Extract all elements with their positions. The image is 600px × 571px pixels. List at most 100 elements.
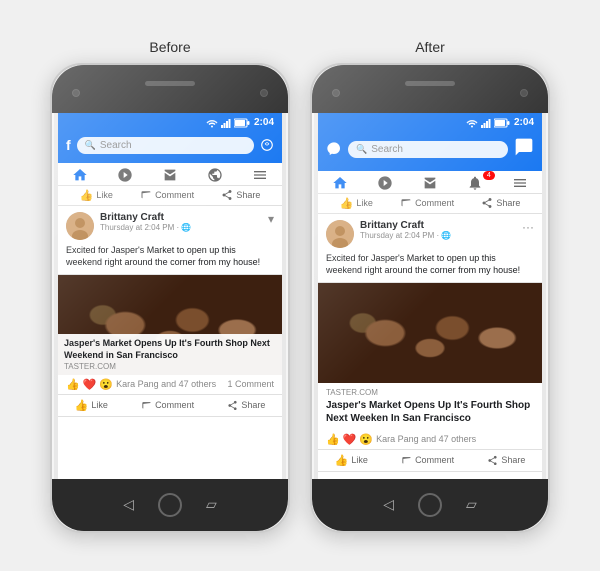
nav-marketplace-after[interactable]	[416, 175, 444, 191]
home-btn-after[interactable]	[418, 493, 442, 517]
home-icon-after	[332, 175, 348, 191]
share-label2-before: Share	[241, 400, 265, 410]
share-action-after[interactable]: Share	[487, 454, 525, 467]
after-label: After	[415, 39, 445, 55]
after-section: After	[310, 39, 550, 533]
link-title-after: Jasper's Market Opens Up It's Fourth Sho…	[326, 399, 534, 425]
home-btn-before[interactable]	[158, 493, 182, 517]
fb-logo: f	[66, 137, 71, 153]
link-text-after: TASTER.COM Jasper's Market Opens Up It's…	[318, 383, 542, 430]
notification-badge-after: 4	[483, 171, 495, 180]
nav-menu-before[interactable]	[246, 167, 274, 183]
top-bezel-before	[52, 65, 288, 113]
link-image-before: Jasper's Market Opens Up It's Fourth Sho…	[58, 275, 282, 375]
user-info-before: Brittany Craft Thursday at 2:04 PM · 🌐	[100, 212, 262, 232]
header-row-after: 🔍 Search	[326, 137, 534, 162]
overlay-source-before: TASTER.COM	[64, 362, 276, 371]
search-icon-after: 🔍	[356, 144, 367, 155]
comment-icon-after	[400, 197, 412, 209]
watch-icon	[117, 167, 133, 183]
recents-btn-before[interactable]: ▱	[206, 496, 217, 513]
messenger-btn-after[interactable]	[514, 137, 534, 162]
share-btn-before[interactable]: Share	[221, 189, 260, 201]
camera-dot-right-after	[520, 89, 528, 97]
avatar-image-before	[66, 212, 94, 240]
marketplace-icon-after	[422, 175, 438, 191]
fb-header-after: 🔍 Search	[318, 133, 542, 171]
share-label-after: Share	[496, 198, 520, 208]
menu-icon-after	[512, 175, 528, 191]
like-btn-after[interactable]: 👍 Like	[340, 197, 373, 210]
comment-label-before: Comment	[155, 190, 194, 200]
status-icons	[206, 118, 250, 128]
back-btn-before[interactable]: ◁	[123, 496, 134, 513]
nav-tabs-after: 4	[318, 171, 542, 194]
bottom-actions-before: 👍 Like Comment Share	[58, 395, 282, 417]
heart-emoji-after: ❤️	[343, 433, 357, 446]
marketplace-icon	[162, 167, 178, 183]
post-text-before: Excited for Jasper's Market to open up t…	[58, 244, 282, 274]
action-row-after: 👍 Like Comment Share	[318, 194, 542, 214]
comment-icon-before	[140, 189, 152, 201]
share-action-icon-before	[227, 400, 238, 411]
link-preview-after: TASTER.COM Jasper's Market Opens Up It's…	[318, 282, 542, 430]
nav-watch-before[interactable]	[111, 167, 139, 183]
camera-dot-right	[260, 89, 268, 97]
share-action-before[interactable]: Share	[227, 399, 265, 412]
back-btn-after[interactable]: ◁	[383, 496, 394, 513]
before-label: Before	[149, 39, 190, 55]
like-label2-after: Like	[351, 455, 368, 465]
like-btn-before[interactable]: 👍 Like	[80, 189, 113, 202]
status-time-after: 2:04	[514, 117, 534, 128]
post-menu-before[interactable]: ▾	[268, 212, 274, 226]
nav-watch-after[interactable]	[371, 175, 399, 191]
action-row-before: 👍 Like Comment Share	[58, 186, 282, 206]
comment-action-icon-after	[401, 455, 412, 466]
reactions-count-after: Kara Pang and 47 others	[376, 434, 476, 444]
post-before: Brittany Craft Thursday at 2:04 PM · 🌐 ▾…	[58, 206, 282, 479]
link-preview-before: Jasper's Market Opens Up It's Fourth Sho…	[58, 274, 282, 375]
screen-before: 2:04 f 🔍 Search	[58, 113, 282, 479]
wifi-icon-after	[466, 118, 478, 128]
comment-action-after[interactable]: Comment	[401, 454, 454, 467]
like-action-before[interactable]: 👍 Like	[75, 399, 108, 412]
share-btn-after[interactable]: Share	[481, 197, 520, 209]
like-label-after: Like	[356, 198, 373, 208]
post-menu-after[interactable]: ···	[522, 220, 534, 234]
nav-marketplace-before[interactable]	[156, 167, 184, 183]
recents-btn-after[interactable]: ▱	[466, 496, 477, 513]
before-section: Before	[50, 39, 290, 533]
wow-emoji-before: 😮	[99, 378, 113, 391]
status-bar-before: 2:04	[58, 113, 282, 133]
top-bezel-after	[312, 65, 548, 113]
wifi-icon	[206, 118, 218, 128]
search-bar-before[interactable]: 🔍 Search	[77, 137, 254, 154]
messenger-icon-before[interactable]	[260, 138, 274, 152]
nav-tabs-before	[58, 163, 282, 186]
like-icon-before: 👍	[80, 189, 94, 202]
reactions-bar-after: 👍 ❤️ 😮 Kara Pang and 47 others	[318, 430, 542, 450]
heart-emoji-before: ❤️	[83, 378, 97, 391]
post-meta-after: Thursday at 2:04 PM · 🌐	[360, 231, 516, 240]
nav-menu-after[interactable]	[506, 175, 534, 191]
camera-dot-left-after	[332, 89, 340, 97]
nav-home-before[interactable]	[66, 167, 94, 183]
header-row: f 🔍 Search	[66, 137, 274, 154]
signal-icon-after	[481, 118, 491, 128]
menu-icon-before	[252, 167, 268, 183]
comment-btn-before[interactable]: Comment	[140, 189, 194, 201]
nav-bell-after[interactable]: 4	[461, 175, 489, 191]
reactions-left-after: 👍 ❤️ 😮 Kara Pang and 47 others	[326, 433, 476, 446]
post-header-after: Brittany Craft Thursday at 2:04 PM · 🌐 ·…	[318, 214, 542, 252]
home-icon	[72, 167, 88, 183]
comment-action-before[interactable]: Comment	[141, 399, 194, 412]
like-action-after[interactable]: 👍 Like	[335, 454, 368, 467]
comment-label2-after: Comment	[415, 455, 454, 465]
like-emoji-before: 👍	[66, 378, 80, 391]
link-overlay-before: Jasper's Market Opens Up It's Fourth Sho…	[58, 334, 282, 374]
nav-globe-before[interactable]	[201, 167, 229, 183]
nav-home-after[interactable]	[326, 175, 354, 191]
search-bar-after[interactable]: 🔍 Search	[348, 141, 508, 158]
avatar-before	[66, 212, 94, 240]
comment-btn-after[interactable]: Comment	[400, 197, 454, 209]
